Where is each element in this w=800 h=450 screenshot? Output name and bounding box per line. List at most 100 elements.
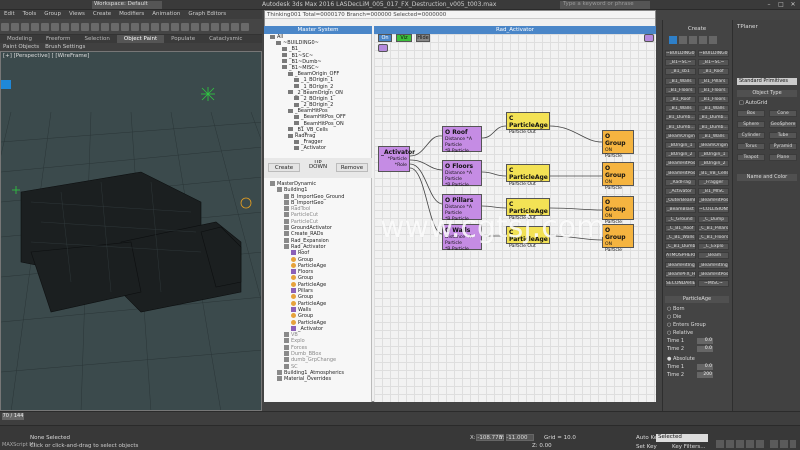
event-select-button[interactable]: _BeamHitPos_Parts	[698, 270, 729, 278]
tab-selection[interactable]: Selection	[78, 35, 117, 43]
undo-icon[interactable]	[1, 23, 9, 31]
motion-tab-icon[interactable]	[699, 36, 707, 44]
align-icon[interactable]	[201, 23, 209, 31]
event-select-button[interactable]: _BOrigin_2	[698, 160, 729, 168]
goto-end-icon[interactable]	[756, 440, 764, 448]
tab-freeform[interactable]: Freeform	[39, 35, 78, 43]
autogrid-checkbox[interactable]: □ AutoGrid	[739, 100, 767, 106]
event-select-button[interactable]: _B1_Roof	[698, 68, 729, 76]
snap-icon[interactable]	[151, 23, 159, 31]
set-key-button[interactable]: Set Key	[636, 444, 657, 450]
group-node[interactable]: O Group ON Particle	[602, 162, 634, 191]
particleage-node[interactable]: C ParticleAge Particle Out	[506, 164, 550, 187]
minimize-button[interactable]: –	[764, 1, 774, 9]
atime2-spinner[interactable]: 200	[697, 372, 713, 378]
material-editor-icon[interactable]	[241, 23, 249, 31]
menu-graph-editors[interactable]: Graph Editors	[184, 10, 230, 18]
zoom-icon[interactable]	[770, 440, 778, 448]
event-select-button[interactable]: _C_B1_Dumb	[665, 243, 696, 251]
next-frame-icon[interactable]	[746, 440, 754, 448]
event-select-button[interactable]: _C_B1_Roof	[665, 224, 696, 232]
play-icon[interactable]	[736, 440, 744, 448]
event-select-button[interactable]: ATMOSPHERICS	[665, 252, 696, 260]
view-icon[interactable]	[131, 23, 139, 31]
time1-spinner[interactable]: 0.0	[697, 338, 713, 344]
create-tab-icon[interactable]	[669, 36, 677, 44]
mirror-icon[interactable]	[191, 23, 199, 31]
event-node[interactable]: O Roof Distance *A Particle *B Particle	[442, 126, 482, 154]
primitive-button[interactable]: Torus	[737, 143, 765, 150]
input-port[interactable]	[378, 44, 388, 52]
ms-tree-item[interactable]: _Activator	[264, 145, 371, 151]
event-select-button[interactable]: _C_Ground	[665, 215, 696, 223]
born-radio[interactable]: ○ Born	[667, 306, 685, 312]
menu-tools[interactable]: Tools	[19, 10, 41, 18]
event-select-button[interactable]: _BeamHitPos	[698, 197, 729, 205]
event-select-button[interactable]: _B1_Walls	[665, 105, 696, 113]
rect-select-icon[interactable]	[81, 23, 89, 31]
remove-button[interactable]: Remove	[336, 163, 368, 172]
activator-node[interactable]: _Activator *Particle *Role	[378, 146, 415, 172]
spinner-snap-icon[interactable]	[181, 23, 189, 31]
event-select-button[interactable]: _BeamHitIng_Hea	[665, 261, 696, 269]
menu-animation[interactable]: Animation	[148, 10, 184, 18]
event-select-button[interactable]: _B1_MISC	[698, 188, 729, 195]
paint-objects-button[interactable]: Paint Objects	[0, 43, 42, 51]
event-select-button[interactable]: _B1_Floors	[665, 86, 696, 94]
event-select-button[interactable]: _Fragger	[698, 178, 729, 186]
tab-populate[interactable]: Populate	[164, 35, 202, 43]
create-button[interactable]: Create	[268, 163, 300, 172]
prev-frame-icon[interactable]	[726, 440, 734, 448]
event-select-button[interactable]: ~COLLISIONS~	[698, 206, 729, 214]
event-select-button[interactable]: _B1_Walls	[665, 77, 696, 85]
search-input[interactable]: Type a keyword or phrase	[560, 1, 650, 9]
group-node[interactable]: O Group ON Particle	[602, 196, 634, 225]
group-node[interactable]: O Group ON Particle	[602, 224, 634, 253]
time2-spinner[interactable]: 0.0	[697, 346, 713, 352]
scene-tree-item[interactable]: Material_Overrides	[264, 376, 371, 382]
event-select-button[interactable]: _BeamHitPos	[665, 169, 696, 177]
unlink-icon[interactable]	[31, 23, 39, 31]
event-select-button[interactable]: _RadFrag	[665, 178, 696, 186]
primitives-dropdown[interactable]: Standard Primitives	[737, 78, 797, 85]
event-select-button[interactable]: _BOrigin_1	[665, 142, 696, 149]
curve-editor-icon[interactable]	[221, 23, 229, 31]
event-select-button[interactable]: _BeamHitPos	[665, 160, 696, 168]
event-select-button[interactable]: _C_B1_Walls	[665, 234, 696, 241]
on-toggle[interactable]: On	[378, 34, 392, 42]
link-icon[interactable]	[21, 23, 29, 31]
key-filters-button[interactable]: Key Filters...	[672, 444, 705, 450]
primitive-button[interactable]: Sphere	[737, 121, 765, 128]
modify-tab-icon[interactable]	[679, 36, 687, 44]
die-radio[interactable]: ○ Die	[667, 314, 681, 320]
viz-toggle[interactable]: Viz	[396, 34, 412, 42]
particleage-rollout[interactable]: ParticleAge	[665, 296, 729, 303]
output-port[interactable]	[644, 34, 654, 42]
window-crossing-icon[interactable]	[91, 23, 99, 31]
orbit-icon[interactable]	[790, 440, 796, 448]
event-select-button[interactable]: _C_Dump	[698, 215, 729, 223]
event-select-button[interactable]: _BOrigin_1	[698, 151, 729, 159]
time-slider[interactable]: 70 / 144	[2, 413, 24, 420]
menu-create[interactable]: Create	[89, 10, 115, 18]
move-icon[interactable]	[101, 23, 109, 31]
event-select-button[interactable]: _BOrigin_2	[665, 151, 696, 159]
event-select-button[interactable]: _B1_Dumb...	[665, 123, 696, 131]
transform-gizmo[interactable]	[240, 197, 252, 209]
event-select-button[interactable]: _B1_Floors	[698, 96, 729, 103]
schematic-icon[interactable]	[231, 23, 239, 31]
angle-snap-icon[interactable]	[161, 23, 169, 31]
bind-icon[interactable]	[41, 23, 49, 31]
close-button[interactable]: ✕	[788, 1, 798, 9]
selection-icon[interactable]	[1, 80, 11, 89]
object-type-rollout[interactable]: Object Type	[737, 90, 797, 97]
filter-icon[interactable]	[51, 23, 59, 31]
primitive-button[interactable]: Cylinder	[737, 132, 765, 139]
layer-icon[interactable]	[211, 23, 219, 31]
workspace-dropdown[interactable]: Workspace: Default	[92, 1, 162, 9]
tab-object-paint[interactable]: Object Paint	[116, 35, 165, 43]
name-color-rollout[interactable]: Name and Color	[737, 174, 797, 181]
event-select-button[interactable]: _B1_Dumb...	[698, 123, 729, 131]
key-mode-dropdown[interactable]: Selected	[656, 434, 708, 442]
event-select-button[interactable]: ~BUILDING0~	[698, 50, 729, 57]
